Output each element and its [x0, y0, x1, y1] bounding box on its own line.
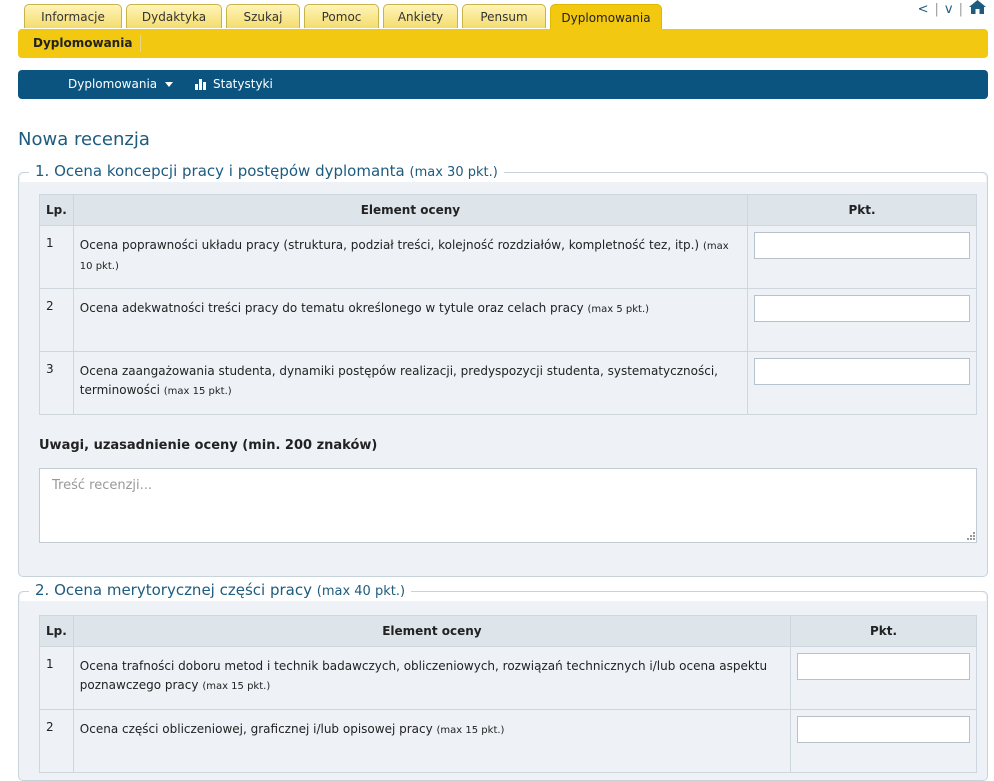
points-input[interactable]: [797, 716, 970, 743]
section-1-fieldset: 1. Ocena koncepcji pracy i postępów dypl…: [18, 162, 988, 577]
tab-label: Dyplomowania: [561, 10, 651, 25]
section-max: (max 30 pkt.): [409, 165, 498, 180]
tab-label: Szukaj: [243, 9, 283, 24]
col-pkt: Pkt.: [790, 615, 977, 647]
table-header-row: Lp. Element oceny Pkt.: [39, 615, 977, 647]
col-lp: Lp.: [39, 194, 74, 226]
section-1-table: Lp. Element oceny Pkt. 1 Ocena poprawnoś…: [39, 194, 977, 415]
row-max: (max 15 pkt.): [436, 725, 505, 736]
resize-grip-icon[interactable]: [965, 530, 975, 540]
row-pkt-cell: [747, 288, 977, 352]
row-element: Ocena poprawności układu pracy (struktur…: [72, 225, 749, 289]
tab-label: Pensum: [480, 9, 528, 24]
tab-label: Dydaktyka: [141, 9, 207, 24]
col-element: Element oceny: [72, 194, 749, 226]
section-title: 2. Ocena merytorycznej części pracy: [35, 581, 312, 599]
points-input[interactable]: [754, 232, 970, 259]
tab-label: Informacje: [41, 9, 105, 24]
section-2-table: Lp. Element oceny Pkt. 1 Ocena trafności…: [39, 615, 977, 773]
points-input[interactable]: [754, 358, 970, 385]
row-text: Ocena adekwatności treści pracy do temat…: [79, 301, 584, 315]
col-element: Element oceny: [72, 615, 792, 647]
tab-dydaktyka[interactable]: Dydaktyka: [126, 4, 222, 28]
sub-header-bar: Dyplomowania: [18, 29, 988, 58]
top-nav: < | v |: [918, 0, 986, 18]
row-text: Ocena części obliczeniowej, graficznej i…: [79, 722, 433, 736]
row-text: Ocena poprawności układu pracy (struktur…: [79, 238, 700, 252]
section-max: (max 40 pkt.): [316, 584, 406, 599]
row-pkt-cell: [747, 225, 977, 289]
table-row: 2 Ocena adekwatności treści pracy do tem…: [39, 288, 977, 352]
row-lp: 2: [39, 288, 74, 352]
separator: |: [958, 1, 963, 17]
tab-label: Pomoc: [321, 9, 362, 24]
tab-pensum[interactable]: Pensum: [462, 4, 546, 28]
menu-bar: Dyplomowania Statystyki: [18, 70, 988, 99]
section-2-legend: 2. Ocena merytorycznej części pracy (max…: [29, 581, 412, 599]
row-element: Ocena adekwatności treści pracy do temat…: [72, 288, 749, 352]
notes-label: Uwagi, uzasadnienie oceny (min. 200 znak…: [39, 438, 378, 453]
table-header-row: Lp. Element oceny Pkt.: [39, 194, 977, 226]
table-row: 1 Ocena trafności doboru metod i technik…: [39, 646, 977, 710]
row-pkt-cell: [790, 709, 977, 773]
section-title: 1. Ocena koncepcji pracy i postępów dypl…: [35, 162, 405, 180]
table-row: 3 Ocena zaangażowania studenta, dynamiki…: [39, 351, 977, 415]
tab-szukaj[interactable]: Szukaj: [226, 4, 300, 28]
statystyki-link[interactable]: Statystyki: [195, 77, 273, 91]
row-max: (max 15 pkt.): [202, 681, 271, 692]
expand-link[interactable]: v: [945, 2, 953, 17]
row-lp: 1: [39, 225, 74, 289]
row-pkt-cell: [747, 351, 977, 415]
prev-link[interactable]: <: [918, 2, 929, 17]
home-icon[interactable]: [969, 0, 986, 18]
section-1-legend: 1. Ocena koncepcji pracy i postępów dypl…: [29, 162, 504, 180]
points-input[interactable]: [754, 295, 970, 322]
row-element: Ocena trafności doboru metod i technik b…: [72, 646, 792, 710]
tab-informacje[interactable]: Informacje: [24, 4, 122, 28]
page-title: Nowa recenzja: [18, 129, 150, 150]
row-pkt-cell: [790, 646, 977, 710]
col-pkt: Pkt.: [747, 194, 977, 226]
separator: |: [934, 1, 939, 17]
statystyki-label: Statystyki: [213, 77, 273, 91]
caret-down-icon: [165, 81, 174, 87]
tab-dyplomowania[interactable]: Dyplomowania: [550, 4, 662, 30]
col-lp: Lp.: [39, 615, 74, 647]
section-2-fieldset: 2. Ocena merytorycznej części pracy (max…: [18, 581, 988, 781]
bar-chart-icon: [195, 78, 206, 90]
row-lp: 1: [39, 646, 74, 710]
row-lp: 3: [39, 351, 74, 415]
sub-header-title[interactable]: Dyplomowania: [33, 36, 132, 50]
dyplomowania-dropdown[interactable]: Dyplomowania: [68, 77, 174, 91]
tab-ankiety[interactable]: Ankiety: [383, 4, 458, 28]
row-text: Ocena trafności doboru metod i technik b…: [79, 659, 768, 692]
divider: [140, 35, 141, 52]
tab-pomoc[interactable]: Pomoc: [304, 4, 379, 28]
row-max: (max 15 pkt.): [163, 386, 232, 397]
row-element: Ocena zaangażowania studenta, dynamiki p…: [72, 351, 749, 415]
row-lp: 2: [39, 709, 74, 773]
row-element: Ocena części obliczeniowej, graficznej i…: [72, 709, 792, 773]
dropdown-label: Dyplomowania: [68, 77, 158, 91]
table-row: 1 Ocena poprawności układu pracy (strukt…: [39, 225, 977, 289]
tab-label: Ankiety: [397, 9, 444, 24]
row-max: (max 5 pkt.): [587, 304, 650, 315]
review-textarea[interactable]: [39, 468, 977, 543]
main-tabs: Informacje Dydaktyka Szukaj Pomoc Ankiet…: [24, 4, 662, 30]
points-input[interactable]: [797, 653, 970, 680]
table-row: 2 Ocena części obliczeniowej, graficznej…: [39, 709, 977, 773]
